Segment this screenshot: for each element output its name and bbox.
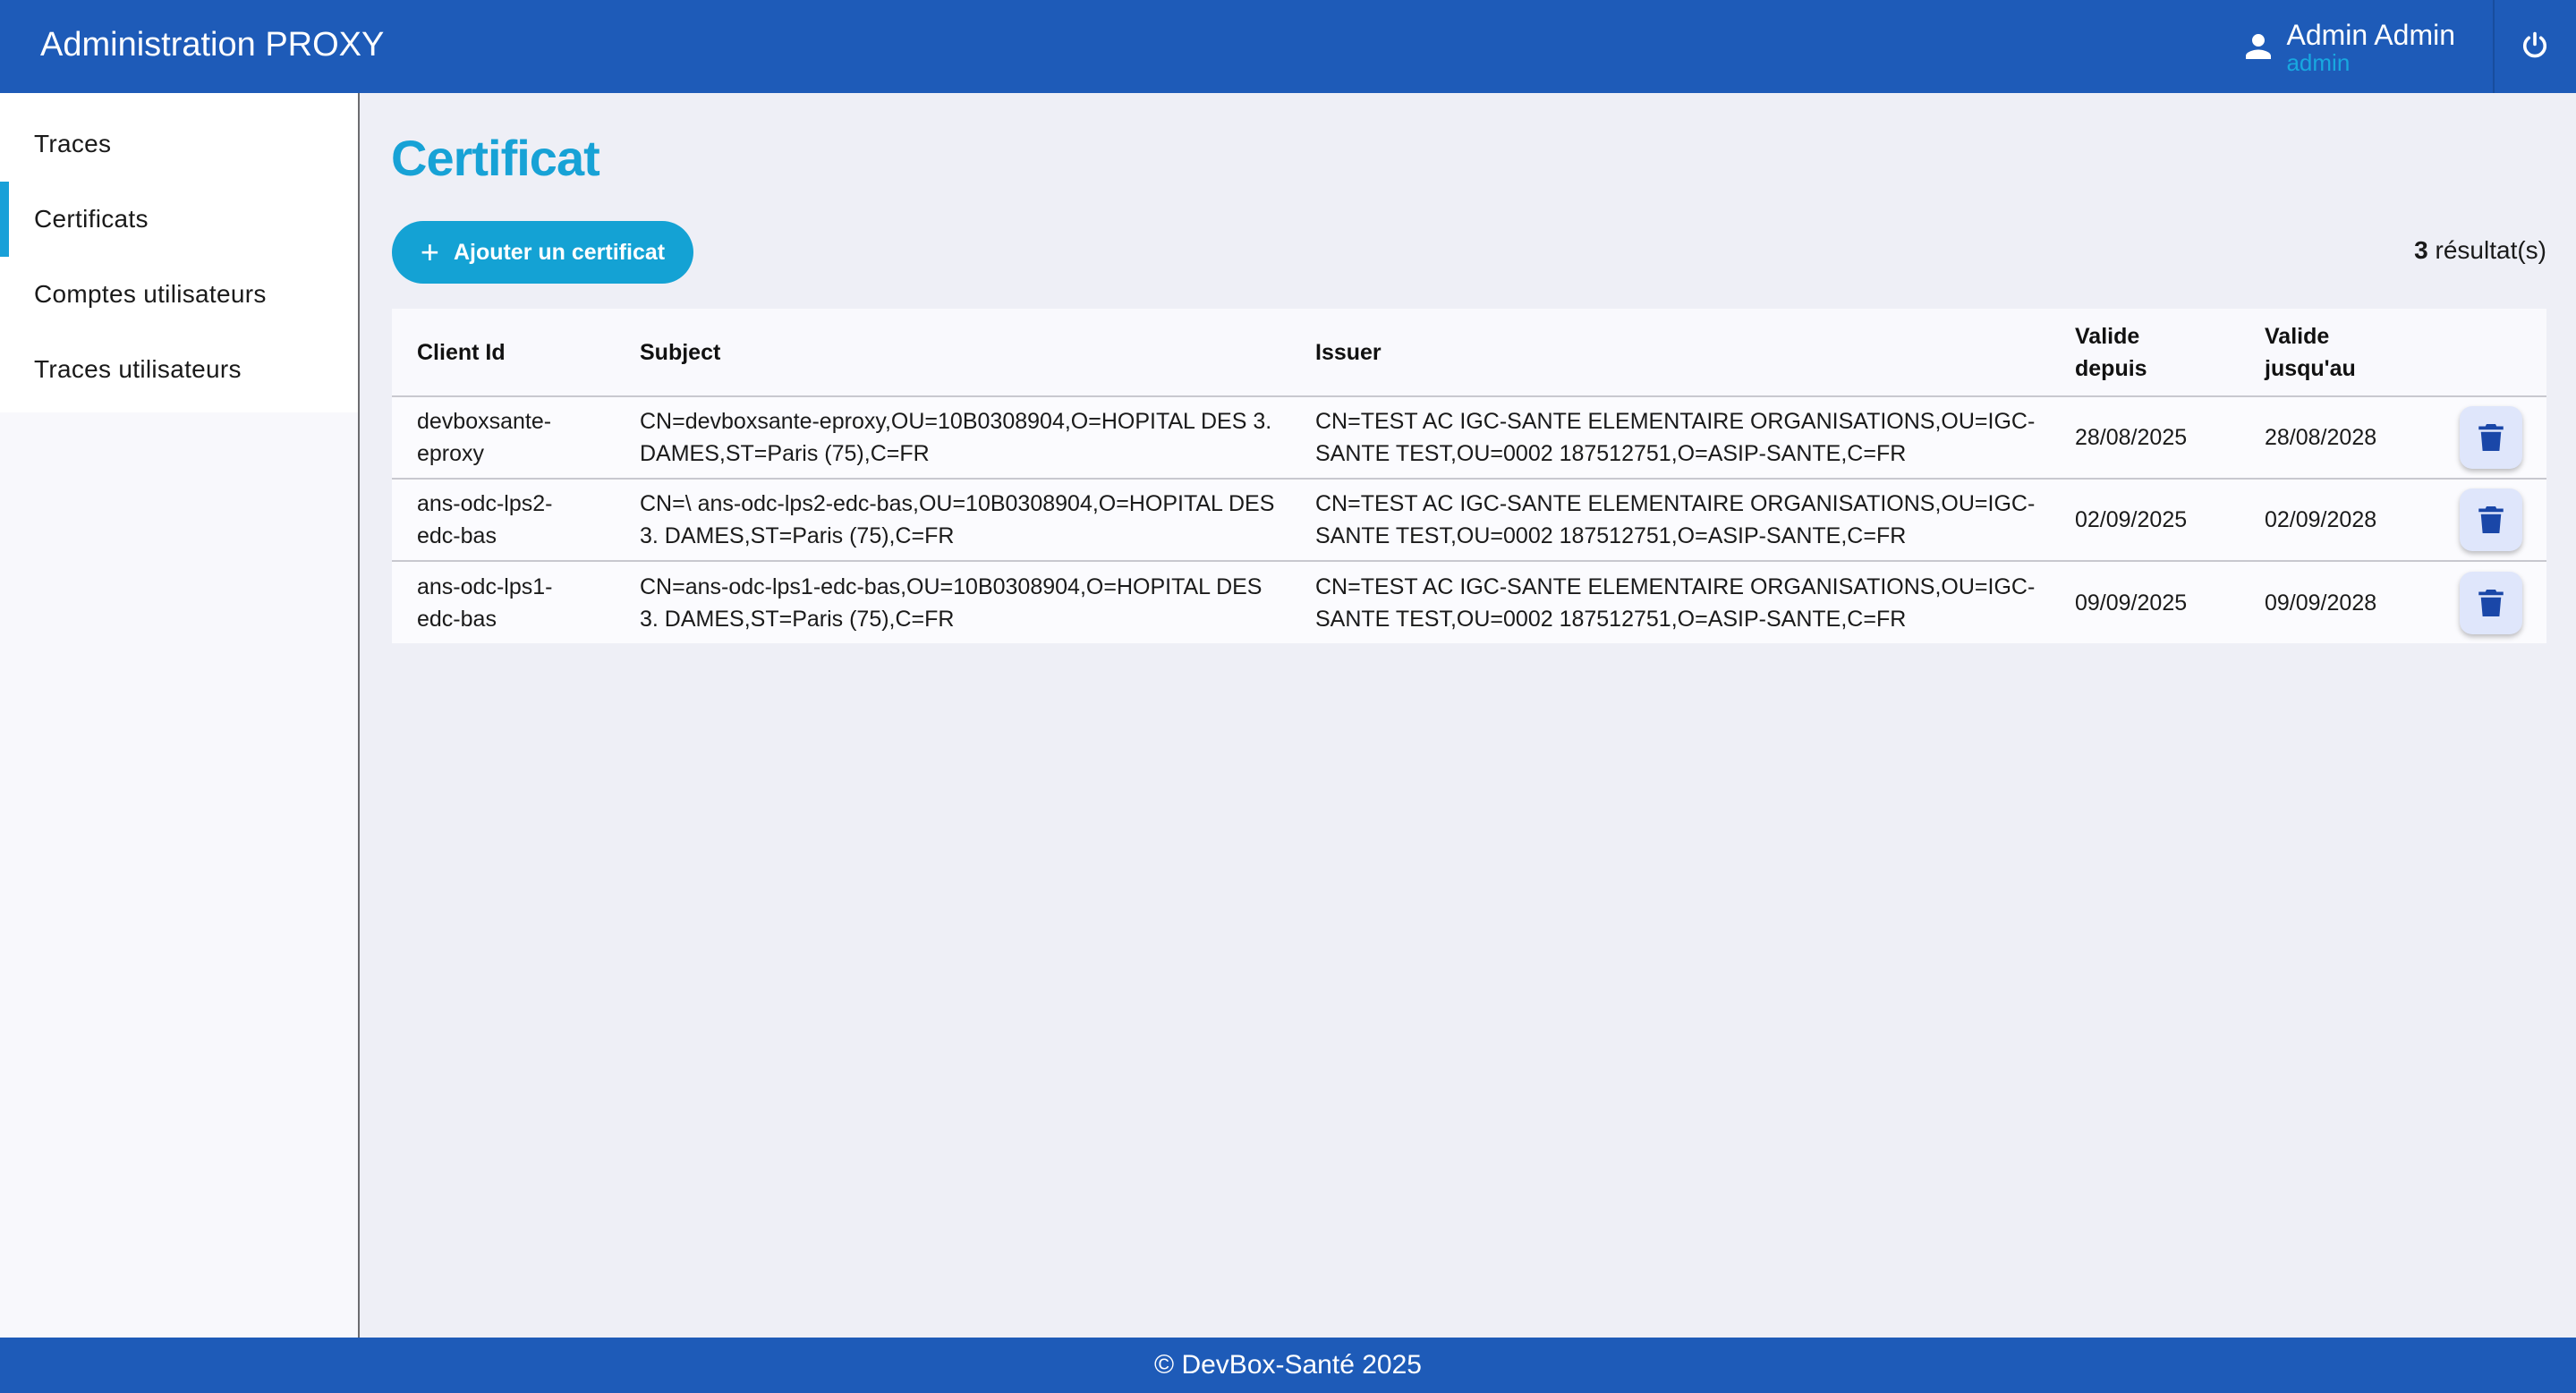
result-count: 3 résultat(s) [2414, 236, 2546, 265]
cell-valid-from: 02/09/2025 [2075, 507, 2188, 532]
table-row: devboxsante-eproxy CN=devboxsante-eproxy… [392, 396, 2546, 479]
sidebar-item-label: Comptes utilisateurs [34, 280, 267, 308]
cell-subject: CN=ans-odc-lps1-edc-bas,OU=10B0308904,O=… [640, 573, 1262, 632]
cell-actions [2435, 396, 2546, 479]
cell-subject: CN=devboxsante-eproxy,OU=10B0308904,O=HO… [640, 409, 1272, 466]
add-certificate-label: Ajouter un certificat [453, 239, 666, 265]
column-header-valid-from[interactable]: Valide depuis [2050, 309, 2240, 396]
sidebar-menu: Traces Certificats Comptes utilisateurs … [0, 93, 358, 412]
footer: © DevBox-Santé 2025 [0, 1338, 2576, 1393]
user-login: admin [2286, 49, 2351, 76]
sidebar-item-label: Traces [34, 130, 112, 157]
table-header-row: Client Id Subject Issuer Valide depuis Va… [392, 309, 2546, 396]
cell-subject: CN=\ ans-odc-lps2-edc-bas,OU=10B0308904,… [640, 491, 1275, 548]
cell-actions [2435, 561, 2546, 643]
logout-button[interactable] [2514, 25, 2555, 66]
column-header-valid-to[interactable]: Valide jusqu'au [2240, 309, 2435, 396]
sidebar-item-certificats[interactable]: Certificats [0, 182, 358, 257]
header-divider [2493, 0, 2495, 93]
user-menu[interactable]: Admin Admin admin [2240, 13, 2455, 81]
trash-icon [2478, 424, 2504, 451]
main-content: Certificat + Ajouter un certificat 3 rés… [361, 93, 2576, 1338]
cell-actions [2435, 479, 2546, 561]
result-count-number: 3 [2414, 236, 2428, 264]
cell-client-id: devboxsante-eproxy [417, 409, 552, 466]
cell-valid-from: 09/09/2025 [2075, 590, 2188, 616]
footer-copyright: © DevBox-Santé 2025 [1154, 1350, 1422, 1380]
delete-button[interactable] [2460, 488, 2522, 551]
sidebar-item-comptes-utilisateurs[interactable]: Comptes utilisateurs [0, 257, 358, 332]
page-title: Certificat [391, 130, 600, 186]
column-header-actions [2435, 309, 2546, 396]
sidebar-item-traces[interactable]: Traces [0, 106, 358, 182]
cell-valid-to: 09/09/2028 [2265, 590, 2377, 616]
delete-button[interactable] [2460, 571, 2522, 634]
sidebar-item-label: Certificats [34, 205, 149, 233]
cell-issuer: CN=TEST AC IGC-SANTE ELEMENTAIRE ORGANIS… [1315, 491, 2036, 548]
person-icon [2246, 34, 2272, 59]
plus-icon: + [420, 234, 439, 270]
trash-icon [2478, 506, 2504, 533]
table-row: ans-odc-lps2- edc-bas CN=\ ans-odc-lps2-e… [392, 479, 2546, 561]
cell-client-id: ans-odc-lps2- edc-bas [417, 491, 553, 548]
result-count-suffix: résultat(s) [2435, 236, 2546, 264]
power-icon [2522, 31, 2547, 58]
cell-valid-from: 28/08/2025 [2075, 425, 2188, 450]
user-name: Admin Admin [2286, 19, 2455, 51]
cell-valid-to: 28/08/2028 [2265, 425, 2377, 450]
cell-issuer: CN=TEST AC IGC-SANTE ELEMENTAIRE ORGANIS… [1315, 409, 2036, 466]
certificates-table: Client Id Subject Issuer Valide depuis Va… [392, 309, 2546, 643]
table-row: ans-odc-lps1- edc-bas CN=ans-odc-lps1-edc… [392, 561, 2546, 643]
column-header-subject[interactable]: Subject [615, 309, 1290, 396]
column-header-issuer[interactable]: Issuer [1290, 309, 2050, 396]
sidebar-item-label: Traces utilisateurs [34, 355, 242, 383]
add-certificate-button[interactable]: + Ajouter un certificat [392, 221, 693, 284]
cell-issuer: CN=TEST AC IGC-SANTE ELEMENTAIRE ORGANIS… [1315, 573, 2036, 632]
trash-icon [2478, 589, 2504, 616]
app-title: Administration PROXY [40, 26, 385, 64]
column-header-client-id[interactable]: Client Id [392, 309, 615, 396]
cell-valid-to: 02/09/2028 [2265, 507, 2377, 532]
sidebar: Traces Certificats Comptes utilisateurs … [0, 93, 360, 1338]
top-bar: Administration PROXY Admin Admin admin [0, 0, 2576, 93]
sidebar-item-traces-utilisateurs[interactable]: Traces utilisateurs [0, 332, 358, 407]
cell-client-id: ans-odc-lps1- edc-bas [417, 573, 553, 632]
delete-button[interactable] [2460, 406, 2522, 469]
